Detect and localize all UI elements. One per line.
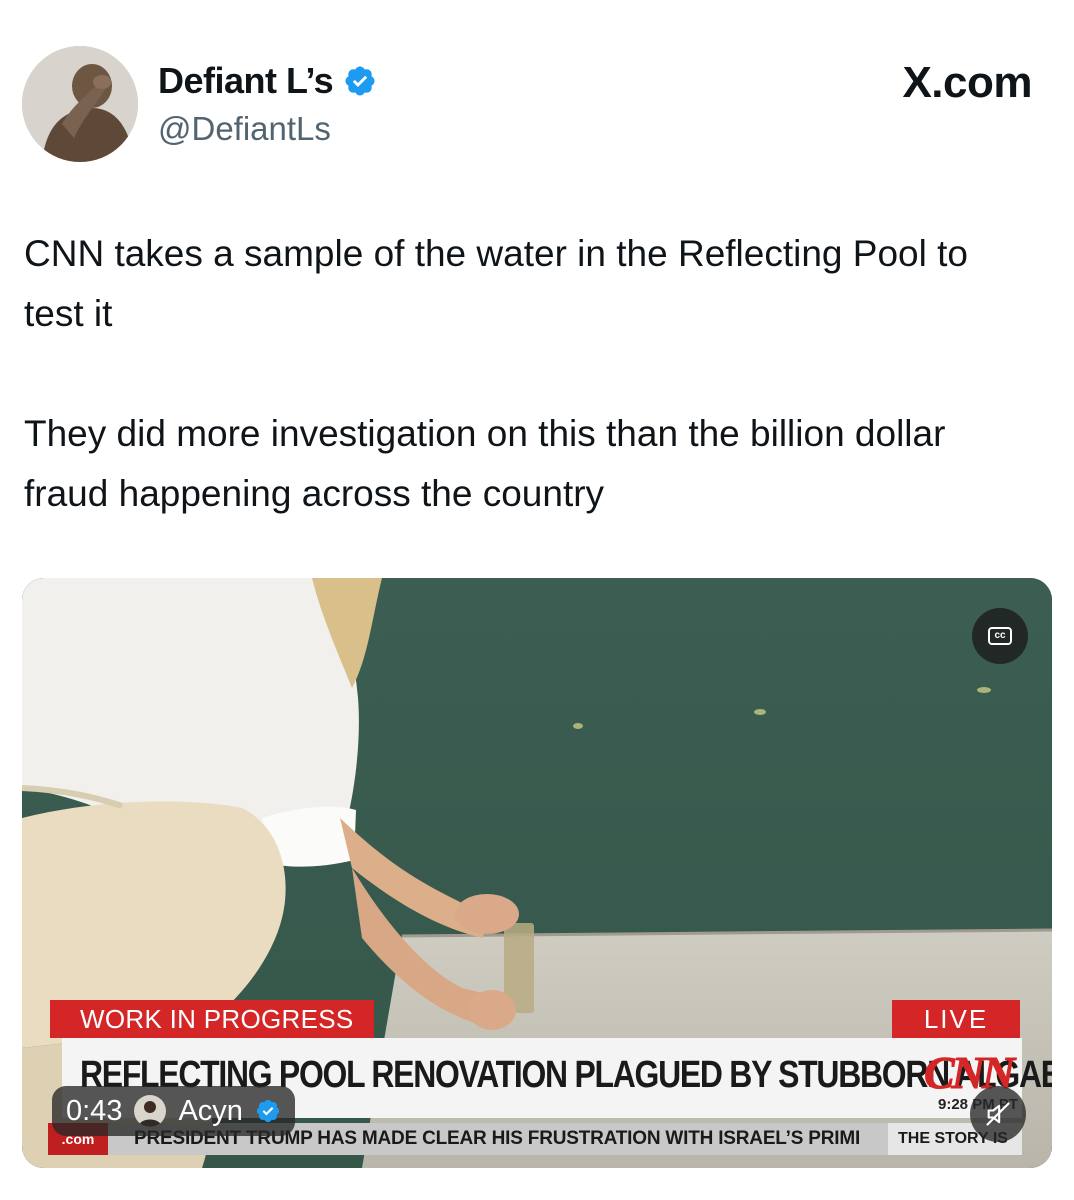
video-info-pill[interactable]: 0:43 Acyn bbox=[52, 1086, 295, 1136]
captions-button[interactable]: cc bbox=[972, 608, 1028, 664]
tweet-header: Defiant L’s @DefiantLs X.com bbox=[22, 44, 1052, 164]
source-avatar-image bbox=[134, 1095, 167, 1127]
source-verified-icon bbox=[256, 1099, 280, 1123]
muted-speaker-icon bbox=[986, 1102, 1010, 1126]
source-avatar bbox=[134, 1095, 167, 1127]
video-player[interactable]: cc WORK IN PROGRESS LIVE REFLECTING POOL… bbox=[22, 578, 1052, 1168]
author-display-name[interactable]: Defiant L’s bbox=[158, 60, 334, 102]
tweet-paragraph-1: CNN takes a sample of the water in the R… bbox=[24, 233, 968, 334]
mute-button[interactable] bbox=[970, 1086, 1026, 1142]
chyron-tag: WORK IN PROGRESS bbox=[50, 1000, 374, 1038]
video-source-name[interactable]: Acyn bbox=[178, 1095, 242, 1128]
verified-badge-icon bbox=[345, 66, 375, 96]
cc-icon: cc bbox=[988, 627, 1012, 645]
author-name-row[interactable]: Defiant L’s bbox=[158, 60, 377, 102]
video-elapsed-time: 0:43 bbox=[66, 1094, 123, 1127]
author-handle[interactable]: @DefiantLs bbox=[158, 110, 331, 148]
site-label: X.com bbox=[902, 58, 1032, 107]
tweet-paragraph-2: They did more investigation on this than… bbox=[24, 413, 946, 514]
statue-avatar-image bbox=[22, 46, 138, 162]
author-avatar[interactable] bbox=[22, 46, 138, 162]
live-badge: LIVE bbox=[892, 1000, 1020, 1038]
tweet-text: CNN takes a sample of the water in the R… bbox=[24, 224, 1034, 524]
